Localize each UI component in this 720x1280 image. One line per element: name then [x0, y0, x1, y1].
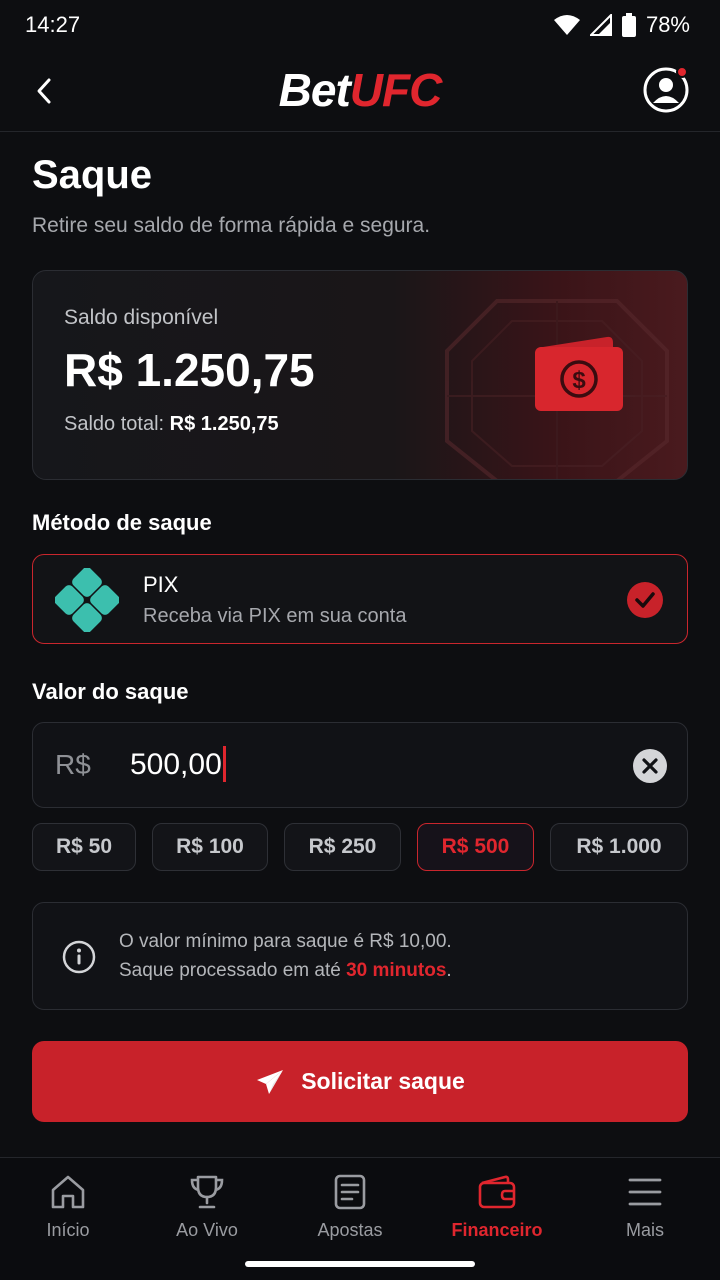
text-caret: [222, 746, 226, 783]
clear-input-icon[interactable]: [633, 749, 667, 783]
info-processing-suffix: .: [446, 960, 452, 981]
info-processing-prefix: Saque processado em até: [119, 960, 347, 981]
wallet-icon: [478, 1175, 516, 1209]
nav-item-financeiro[interactable]: Financeiro: [437, 1174, 557, 1254]
wifi-icon: [553, 15, 580, 35]
logo-ufc-text: UFC: [349, 64, 443, 116]
ticket-icon: [334, 1174, 366, 1210]
balance-total-label: Saldo total:: [64, 413, 165, 435]
balance-total-value: R$ 1.250,75: [169, 413, 279, 435]
send-icon: [257, 1069, 284, 1094]
currency-prefix: R$: [55, 749, 91, 780]
info-processing-highlight: 30 minutos: [346, 960, 447, 981]
info-min-amount: O valor mínimo para saque é R$ 10,00.: [119, 931, 452, 952]
home-icon: [51, 1175, 85, 1209]
submit-label: Solicitar saque: [301, 1068, 465, 1094]
info-processing-time: Saque processado em até 30 minutos.: [119, 960, 452, 982]
quick-amount-50[interactable]: R$ 50: [32, 823, 136, 871]
method-section-label: Método de saque: [32, 510, 212, 535]
balance-value: R$ 1.250,75: [64, 344, 315, 396]
info-icon: [62, 940, 96, 974]
nav-label-ao-vivo: Ao Vivo: [176, 1220, 238, 1240]
nav-label-inicio: Início: [46, 1220, 90, 1240]
signal-icon: [589, 14, 612, 36]
balance-card: Saldo disponível R$ 1.250,75 Saldo total…: [32, 270, 688, 480]
notification-dot: [676, 66, 688, 78]
method-name: PIX: [143, 572, 179, 597]
nav-label-mais: Mais: [625, 1220, 664, 1240]
battery-icon: [621, 13, 636, 37]
quick-amount-500[interactable]: R$ 500: [417, 823, 534, 871]
pix-icon: [55, 568, 119, 632]
balance-total: Saldo total: R$ 1.250,75: [64, 413, 279, 436]
method-description: Receba via PIX em sua conta: [143, 605, 407, 627]
nav-label-apostas: Apostas: [317, 1220, 383, 1240]
menu-icon: [628, 1178, 662, 1206]
betufc-logo: BetUFC: [0, 64, 720, 116]
check-circle-icon: [627, 582, 663, 618]
balance-label: Saldo disponível: [64, 306, 219, 329]
pix-method-option[interactable]: PIX Receba via PIX em sua conta: [32, 554, 688, 644]
amount-section-label: Valor do saque: [32, 679, 189, 704]
amount-value: 500,00: [130, 746, 226, 783]
quick-amount-250[interactable]: R$ 250: [284, 823, 401, 871]
request-withdraw-button[interactable]: Solicitar saque: [32, 1041, 688, 1122]
trophy-icon: [190, 1175, 224, 1209]
logo-bet-text: Bet: [278, 64, 351, 116]
quick-amount-100[interactable]: R$ 100: [152, 823, 268, 871]
status-icons: 78%: [553, 10, 690, 40]
nav-item-mais[interactable]: Mais: [585, 1174, 705, 1254]
amount-input[interactable]: R$ 500,00: [32, 722, 688, 808]
page-title: Saque: [32, 153, 153, 197]
status-bar: 14:27 78%: [0, 0, 720, 50]
battery-percentage: 78%: [645, 12, 690, 37]
app-header: BetUFC: [0, 50, 720, 132]
withdraw-screen: 14:27 78% BetUFC Saque Retire seu saldo …: [0, 0, 720, 1280]
nav-item-apostas[interactable]: Apostas: [290, 1174, 410, 1254]
nav-item-ao-vivo[interactable]: Ao Vivo: [147, 1174, 267, 1254]
page-subtitle: Retire seu saldo de forma rápida e segur…: [32, 214, 431, 237]
info-box: O valor mínimo para saque é R$ 10,00. Sa…: [32, 902, 688, 1010]
home-indicator: [245, 1261, 475, 1267]
amount-value-text: 500,00: [130, 748, 222, 781]
quick-amount-1000[interactable]: R$ 1.000: [550, 823, 688, 871]
nav-label-financeiro: Financeiro: [451, 1220, 543, 1240]
money-wallet-icon: $: [535, 336, 623, 411]
status-time: 14:27: [25, 12, 81, 37]
svg-text:$: $: [572, 367, 586, 394]
nav-item-inicio[interactable]: Início: [8, 1174, 128, 1254]
